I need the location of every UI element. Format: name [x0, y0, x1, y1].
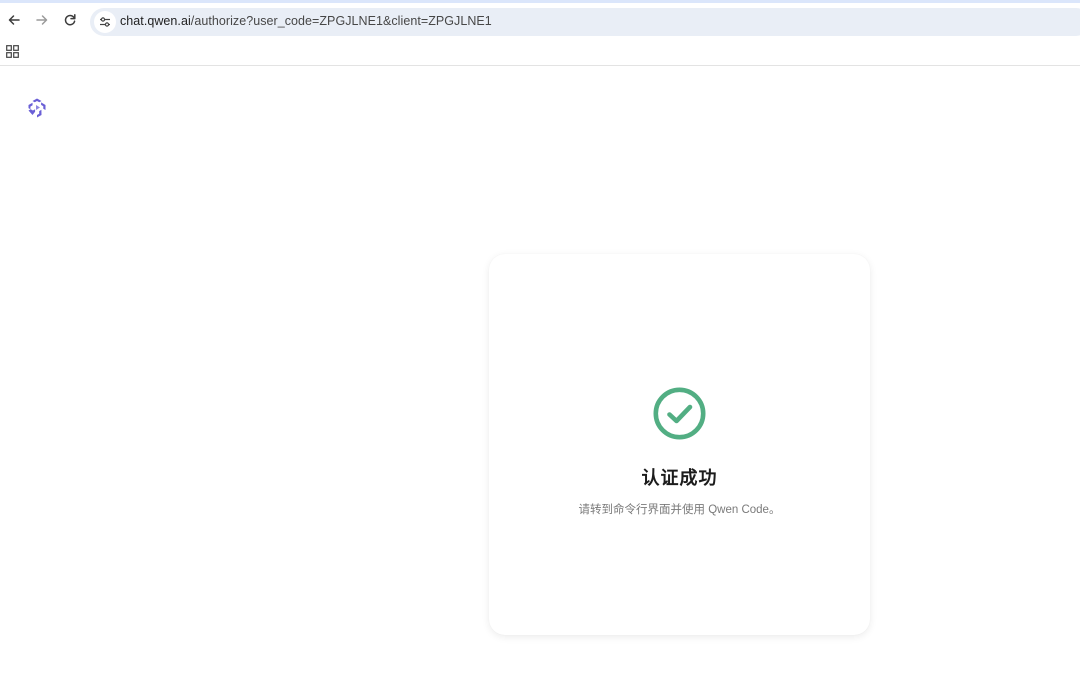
- browser-toolbar: chat.qwen.ai/authorize?user_code=ZPGJLNE…: [0, 3, 1080, 39]
- site-info-button[interactable]: [94, 11, 116, 33]
- auth-success-card: 认证成功 请转到命令行界面并使用 Qwen Code。: [489, 254, 870, 635]
- forward-button[interactable]: [29, 7, 55, 33]
- success-title: 认证成功: [641, 468, 718, 488]
- arrow-right-icon: [36, 15, 48, 25]
- qwen-logo-icon[interactable]: [26, 97, 48, 119]
- tune-icon: [100, 17, 110, 27]
- check-circle-icon: [653, 387, 706, 440]
- success-message: 请转到命令行界面并使用 Qwen Code。: [578, 504, 781, 516]
- back-button[interactable]: [1, 7, 27, 33]
- address-bar[interactable]: chat.qwen.ai/authorize?user_code=ZPGJLNE…: [90, 8, 1080, 36]
- url-text[interactable]: chat.qwen.ai/authorize?user_code=ZPGJLNE…: [120, 14, 492, 28]
- reload-button[interactable]: [57, 7, 83, 33]
- apps-grid-icon[interactable]: [6, 45, 19, 58]
- reload-icon: [64, 14, 76, 26]
- arrow-left-icon: [8, 15, 20, 25]
- bookmarks-bar: [0, 39, 1080, 66]
- url-host: chat.qwen.ai: [120, 14, 191, 28]
- url-path: /authorize?user_code=ZPGJLNE1&client=ZPG…: [190, 14, 492, 28]
